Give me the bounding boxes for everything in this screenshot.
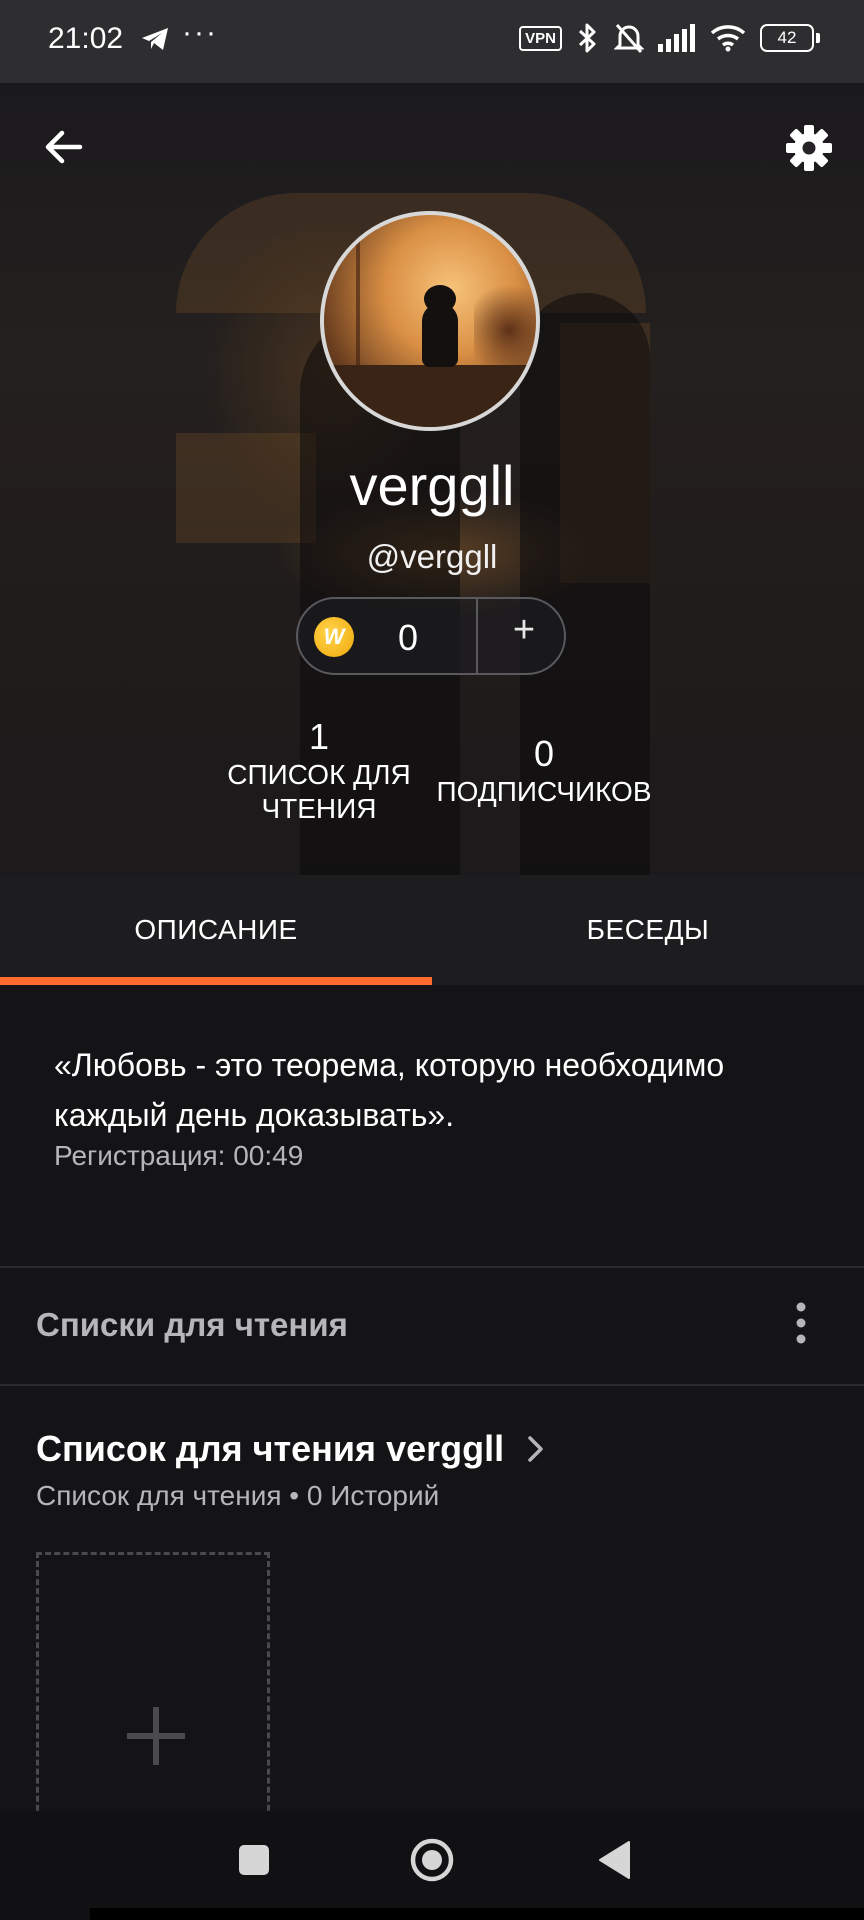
home-circle-icon (410, 1838, 454, 1882)
registration-time: Регистрация: 00:49 (54, 1140, 304, 1171)
add-icon (127, 1707, 185, 1765)
more-notifications-icon: ··· (182, 16, 218, 49)
status-time: 21:02 (48, 22, 124, 55)
recents-button[interactable] (222, 1812, 286, 1908)
reading-lists-title: Списки для чтения (36, 1306, 348, 1343)
display-name: verggll (349, 454, 515, 517)
back-button[interactable] (582, 1812, 646, 1908)
battery-icon: 42 (760, 24, 820, 52)
status-bar: 21:02 ··· VPN 42 (0, 0, 864, 83)
signal-icon (658, 24, 695, 52)
stat-value: 1 (308, 716, 330, 757)
reading-list-title[interactable]: Список для чтения verggll (36, 1428, 504, 1470)
bluetooth-icon (578, 23, 596, 53)
system-nav-bar (0, 1812, 864, 1920)
active-tab-indicator (0, 977, 432, 985)
battery-level: 42 (777, 28, 797, 47)
profile-header: verggll @verggll W 0 + 1 СПИСОК ДЛЯ ЧТЕН… (0, 83, 864, 983)
wifi-icon (710, 25, 746, 52)
tab-label: ОПИСАНИЕ (134, 914, 298, 945)
square-icon (239, 1845, 269, 1875)
coins-widget: W 0 + (296, 597, 566, 675)
back-arrow-icon[interactable] (40, 123, 88, 171)
stat-label: ПОДПИСЧИКОВ (436, 776, 652, 807)
home-button[interactable] (400, 1812, 464, 1908)
profile-tabs: ОПИСАНИЕ БЕСЕДЫ (0, 875, 864, 985)
stat-label: СПИСОК ДЛЯ ЧТЕНИЯ (227, 759, 411, 824)
chevron-right-icon[interactable] (526, 1432, 546, 1466)
profile-description: «Любовь - это теорема, которую необходим… (54, 1047, 725, 1133)
stat-value: 0 (533, 733, 555, 774)
reading-list-subtitle: Список для чтения • 0 Историй (36, 1480, 440, 1511)
telegram-icon (142, 28, 168, 50)
coin-icon: W (314, 617, 354, 657)
stat-reading-lists[interactable]: 1 СПИСОК ДЛЯ ЧТЕНИЯ (219, 716, 419, 826)
back-triangle-icon (599, 1841, 630, 1879)
tab-description[interactable]: ОПИСАНИЕ (0, 875, 432, 985)
status-icons: VPN 42 (519, 22, 820, 54)
add-coins-button[interactable]: + (494, 609, 554, 652)
coin-count: 0 (398, 617, 419, 658)
avatar[interactable] (320, 211, 540, 431)
tab-conversations[interactable]: БЕСЕДЫ (432, 875, 864, 985)
settings-gear-icon[interactable] (784, 123, 834, 173)
bell-off-icon (614, 24, 644, 53)
stat-followers[interactable]: 0 ПОДПИСЧИКОВ (424, 733, 664, 809)
user-handle: @verggll (366, 538, 498, 575)
divider (0, 1384, 864, 1386)
divider (0, 1266, 864, 1268)
more-vertical-icon[interactable] (786, 1300, 816, 1346)
tab-label: БЕСЕДЫ (586, 914, 710, 945)
vpn-badge: VPN (519, 25, 562, 51)
